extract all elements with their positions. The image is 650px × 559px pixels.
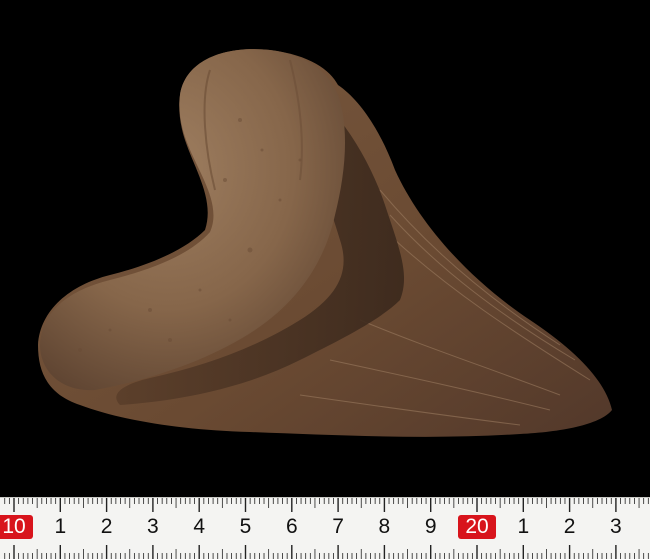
tape-label: 7 — [332, 515, 344, 538]
tape-label: 9 — [424, 515, 437, 538]
tape-label: 2 — [563, 515, 576, 538]
tape-label: 8 — [378, 515, 391, 538]
tape-label: 10 — [0, 515, 33, 539]
tape-label: 3 — [610, 515, 622, 538]
measuring-tape: 10123456789201234 — [0, 497, 650, 559]
tape-label: 2 — [100, 515, 113, 538]
tape-label: 4 — [193, 515, 206, 538]
tape-label: 1 — [54, 515, 67, 538]
tape-label: 6 — [285, 515, 298, 538]
tape-label: 3 — [147, 515, 159, 538]
tape-label: 20 — [458, 515, 496, 539]
tape-label: 5 — [239, 515, 252, 538]
tape-label: 1 — [517, 515, 530, 538]
tooth-photo — [38, 49, 612, 437]
